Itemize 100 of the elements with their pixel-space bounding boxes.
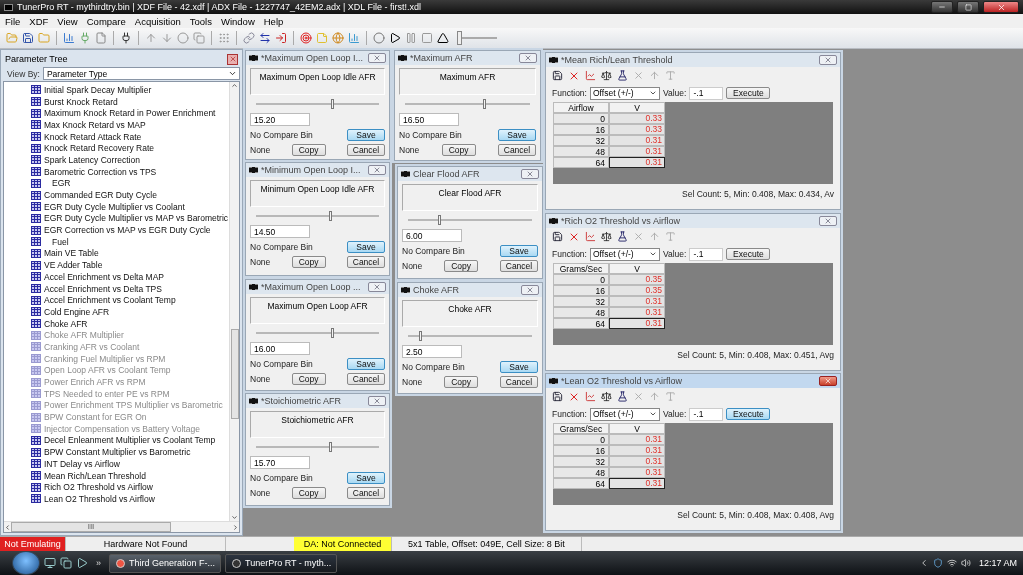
table-cell[interactable]: 0.35 <box>609 274 665 285</box>
value-field[interactable]: 15.70 <box>250 456 310 469</box>
scale-icon[interactable] <box>601 391 612 402</box>
menu-item[interactable]: File <box>5 15 21 27</box>
table-cell[interactable]: 0.31 <box>609 146 665 157</box>
tree-item[interactable]: Decel Enleanment Multiplier vs Coolant Temp <box>31 434 229 447</box>
table-cell[interactable]: 0.31 <box>609 296 665 307</box>
tree-item[interactable]: EGR Correction vs MAP vs EGR Duty Cycle <box>31 224 229 236</box>
copy-button[interactable]: Copy <box>291 143 326 156</box>
circle-icon[interactable] <box>177 32 189 44</box>
table-cell[interactable]: 0.31 <box>609 307 665 318</box>
tree-item[interactable]: Commanded EGR Duty Cycle <box>31 189 229 201</box>
table-cell[interactable]: 0.31 <box>609 434 665 445</box>
maximize-button[interactable] <box>957 1 979 13</box>
tree-item[interactable]: Accel Enrichment vs Delta TPS <box>31 282 229 295</box>
save-icon[interactable] <box>552 231 563 242</box>
minimize-button[interactable] <box>931 1 953 13</box>
flask-icon[interactable] <box>617 231 628 242</box>
slider-thumb[interactable] <box>331 328 335 338</box>
window-icon[interactable] <box>60 557 72 569</box>
cross-icon[interactable] <box>633 70 644 81</box>
tree-item[interactable]: Accel Enrichment vs Delta MAP <box>31 271 229 283</box>
cancel-button[interactable]: Cancel <box>500 259 538 272</box>
desktop-icon[interactable] <box>44 557 56 569</box>
table-cell[interactable]: 0.31 <box>609 478 665 489</box>
folder-icon[interactable] <box>38 32 50 44</box>
arrow-icon[interactable] <box>649 391 660 402</box>
tree-item[interactable]: Initial Spark Decay Multiplier <box>31 84 229 96</box>
value-field[interactable]: -.1 <box>689 247 724 261</box>
view-by-dropdown[interactable]: Parameter Type <box>42 67 240 80</box>
slider-thumb[interactable] <box>438 215 441 225</box>
tree-item[interactable]: Injector Compensation vs Battery Voltage <box>31 422 229 435</box>
copy-button[interactable]: Copy <box>444 259 479 272</box>
copy-button[interactable]: Copy <box>291 486 326 499</box>
function-dropdown[interactable]: Offset (+/-) <box>589 407 660 421</box>
letter-icon[interactable] <box>665 70 676 81</box>
file-icon[interactable] <box>95 32 107 44</box>
letter-icon[interactable] <box>665 391 676 402</box>
close-button[interactable] <box>983 1 1019 13</box>
volume-icon[interactable] <box>960 558 971 568</box>
swap-icon[interactable] <box>259 32 271 44</box>
globe-icon[interactable] <box>332 32 344 44</box>
tree-item[interactable]: Accel Enrichment vs Coolant Temp <box>31 294 229 307</box>
grid-icon[interactable] <box>218 32 230 44</box>
tree-item[interactable]: Lean O2 Threshold vs Airflow <box>31 493 229 505</box>
table-cell[interactable]: 0.31 <box>609 445 665 456</box>
function-dropdown[interactable]: Offset (+/-) <box>589 86 660 100</box>
arrow-up-icon[interactable] <box>145 32 157 44</box>
play-icon[interactable] <box>389 32 401 44</box>
tree-item[interactable]: Choke AFR Multiplier <box>31 329 229 342</box>
tree-item[interactable]: Max Knock Retard vs MAP <box>31 119 229 131</box>
tree-item[interactable]: Cranking Fuel Multiplier vs RPM <box>31 352 229 365</box>
graph-icon[interactable] <box>585 391 596 402</box>
cancel-button[interactable]: Cancel <box>498 143 536 156</box>
chart-icon[interactable] <box>63 32 75 44</box>
menu-item[interactable]: Window <box>220 15 255 27</box>
export-icon[interactable] <box>275 32 287 44</box>
menu-item[interactable]: Acquisition <box>134 15 181 27</box>
scale-icon[interactable] <box>601 70 612 81</box>
tree-item[interactable]: INT Delay vs Airflow <box>31 458 229 470</box>
value-field[interactable]: 16.00 <box>250 342 310 355</box>
cross-icon[interactable] <box>633 391 644 402</box>
cancel-button[interactable]: Cancel <box>347 255 385 268</box>
tree-item[interactable]: Power Enrich AFR vs RPM <box>31 376 229 388</box>
tree-item[interactable]: EGR Duty Cycle Multiplier vs MAP vs Barometric <box>31 212 229 225</box>
cancel-button[interactable]: Cancel <box>347 372 385 385</box>
tree-item[interactable]: Choke AFR <box>31 317 229 330</box>
cancel-button[interactable]: Cancel <box>500 375 538 388</box>
tree-item[interactable]: Spark Latency Correction <box>31 154 229 166</box>
tree-item[interactable]: BPW Constant for EGR On <box>31 411 229 423</box>
table-cell[interactable]: 0.33 <box>609 113 665 124</box>
tree-item[interactable]: Rich O2 Threshold vs Airflow <box>31 481 229 494</box>
tree-item[interactable]: Cranking AFR vs Coolant <box>31 341 229 353</box>
media-icon[interactable] <box>76 557 88 569</box>
graph-icon[interactable] <box>585 231 596 242</box>
tree-item[interactable]: Mean Rich/Lean Threshold <box>31 469 229 482</box>
horizontal-scrollbar[interactable]: III <box>4 521 239 532</box>
execute-button[interactable]: Execute <box>726 408 771 420</box>
tree-item[interactable]: Knock Retard Recovery Rate <box>31 142 229 155</box>
table-cell[interactable]: 0.31 <box>609 135 665 146</box>
table-cell[interactable]: 0.31 <box>609 157 665 168</box>
value-field[interactable]: 16.50 <box>399 113 459 126</box>
tree-item[interactable]: Barometric Correction vs TPS <box>31 165 229 178</box>
save-button[interactable]: Save <box>347 128 385 141</box>
save-button[interactable]: Save <box>347 471 385 484</box>
letter-icon[interactable] <box>665 231 676 242</box>
stop-icon[interactable] <box>421 32 433 44</box>
table-cell[interactable]: 0.35 <box>609 285 665 296</box>
plug-icon[interactable] <box>79 32 91 44</box>
save-button[interactable]: Save <box>500 244 538 257</box>
save-icon[interactable] <box>552 391 563 402</box>
execute-button[interactable]: Execute <box>726 248 771 260</box>
tree-item[interactable]: Open Loop AFR vs Coolant Temp <box>31 364 229 377</box>
table-cell[interactable]: 0.31 <box>609 318 665 329</box>
tree-item[interactable]: TPS Needed to enter PE vs RPM <box>31 387 229 400</box>
close-button[interactable] <box>227 53 238 65</box>
slider-thumb[interactable] <box>419 331 423 341</box>
scale-icon[interactable] <box>601 231 612 242</box>
menu-item[interactable]: Tools <box>189 15 212 27</box>
save-button[interactable]: Save <box>500 360 538 373</box>
